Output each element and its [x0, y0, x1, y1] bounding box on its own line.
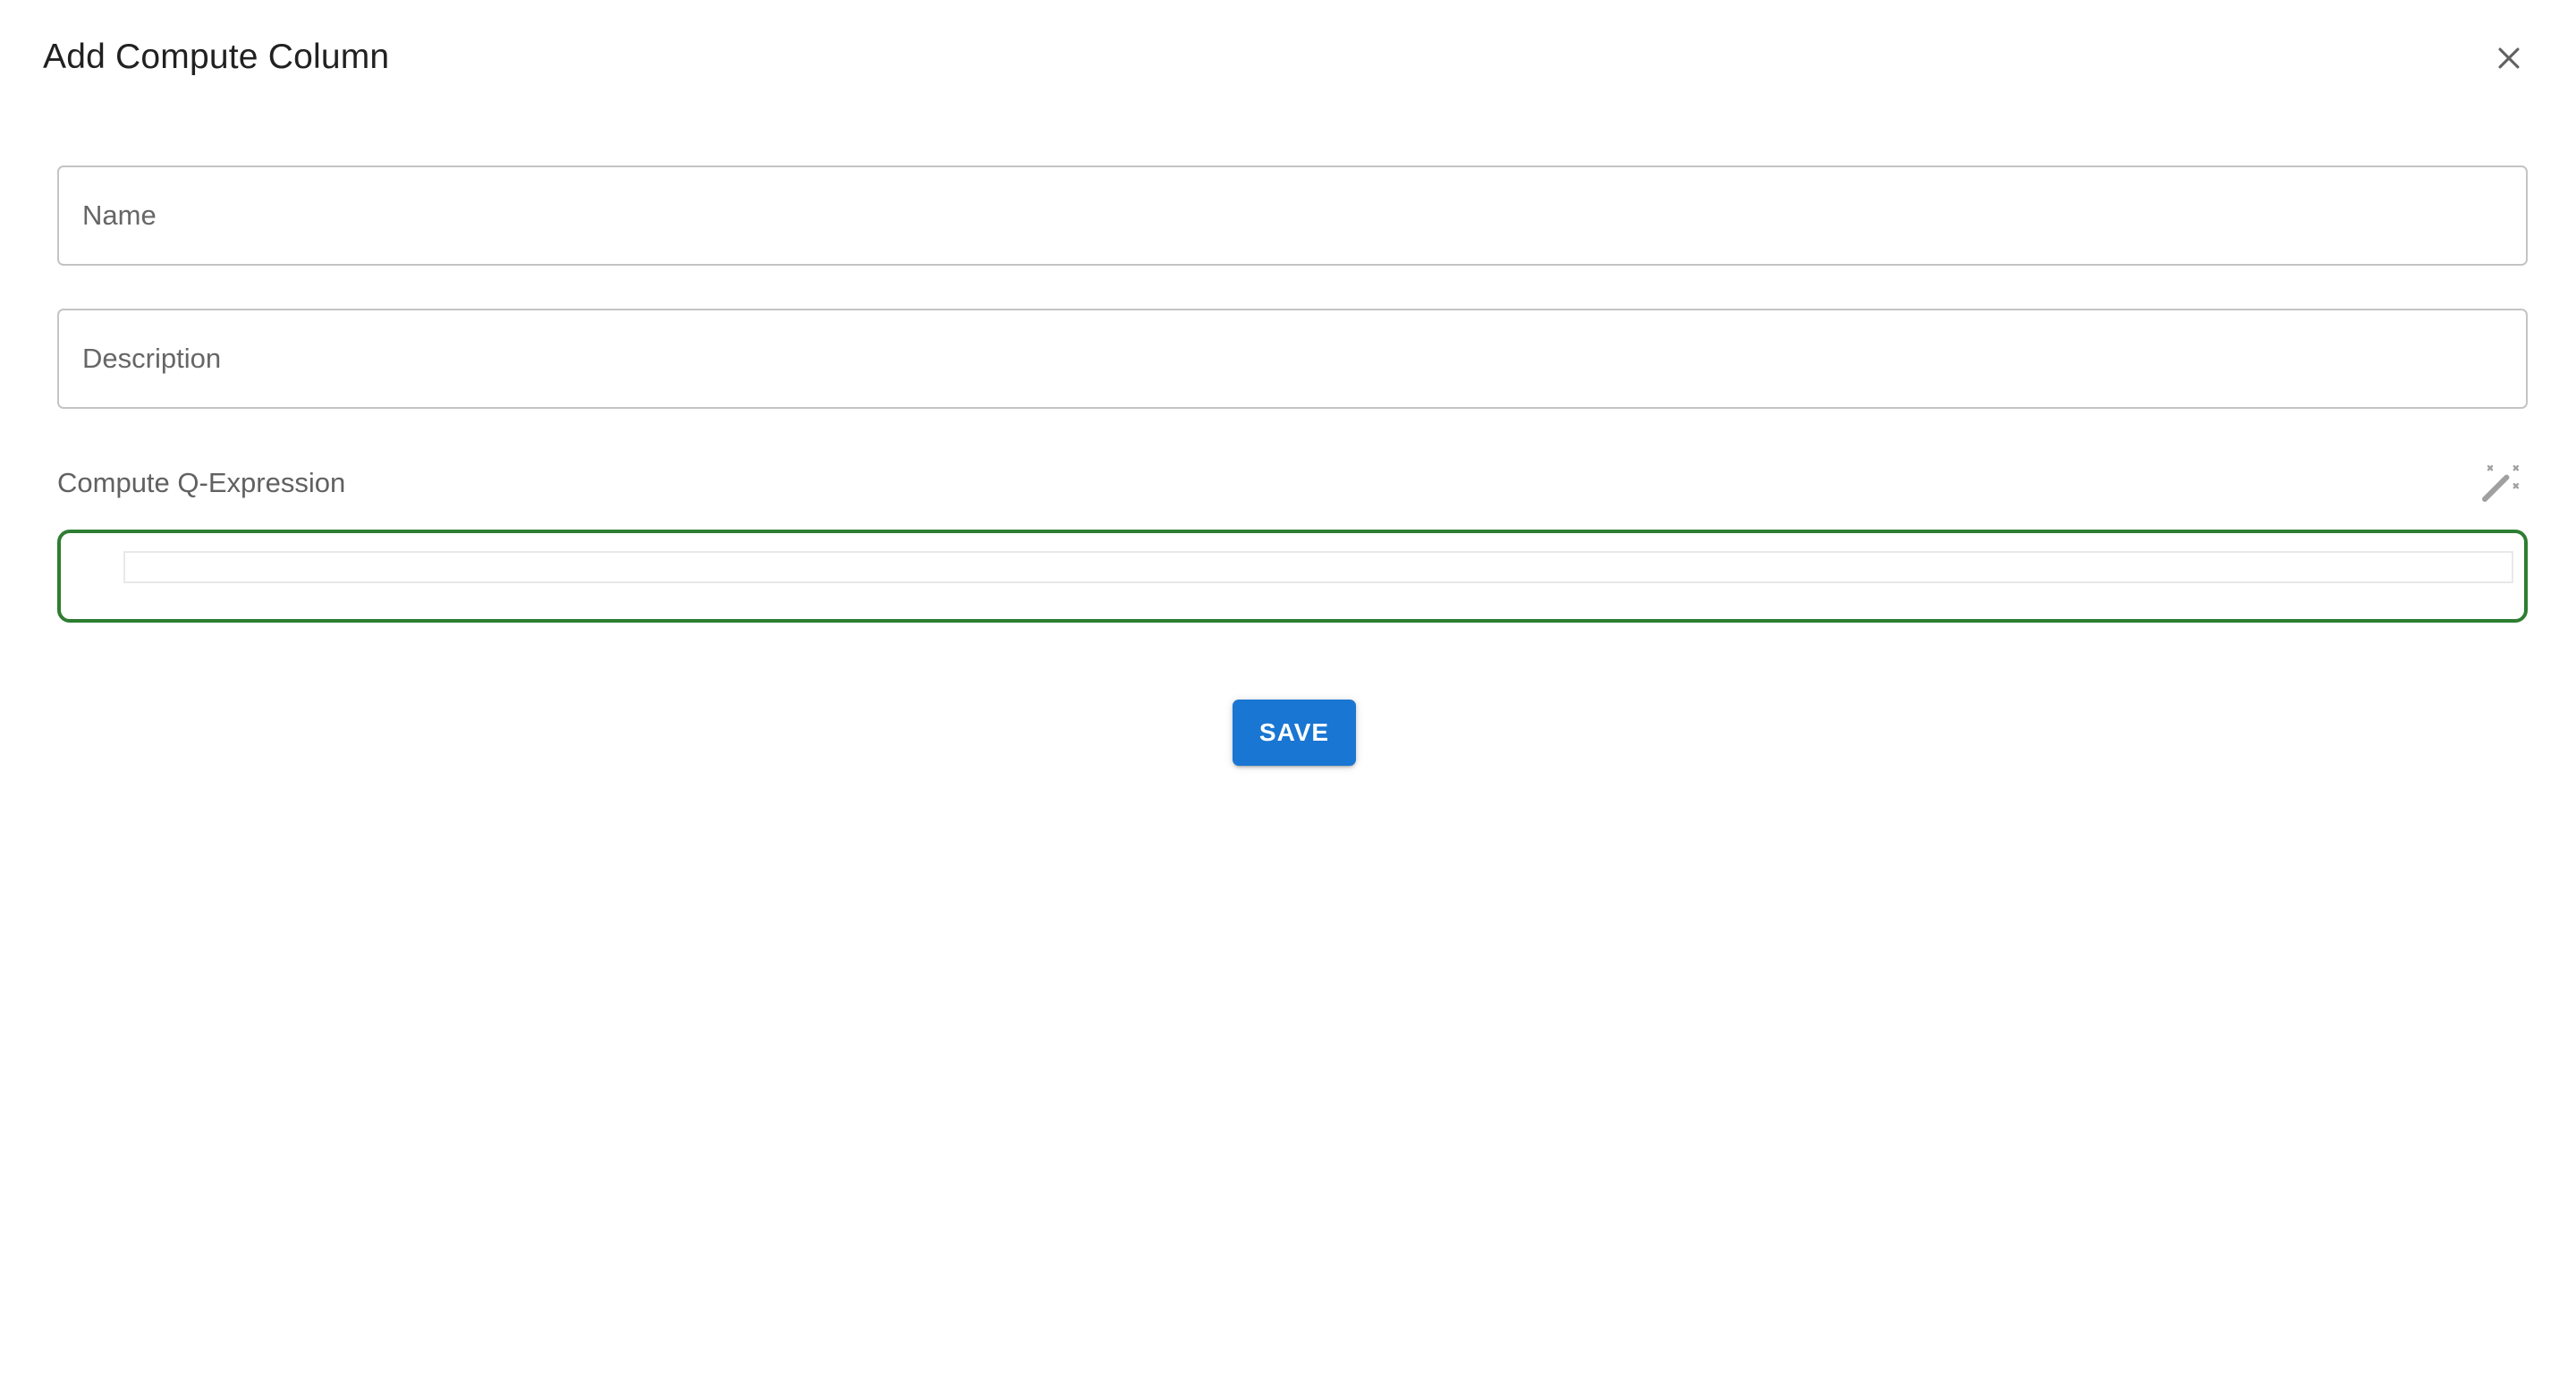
- expression-editor[interactable]: [123, 551, 2513, 583]
- description-input[interactable]: [59, 310, 2526, 407]
- magic-wand-button[interactable]: [2476, 458, 2526, 508]
- add-compute-column-dialog: Add Compute Column Compute Q-Expression …: [0, 0, 2576, 1383]
- expression-editor-container: [57, 530, 2528, 623]
- save-button[interactable]: SAVE: [1233, 700, 1356, 766]
- description-field-container: [57, 309, 2528, 409]
- close-button[interactable]: [2487, 36, 2531, 81]
- name-field-container: [57, 165, 2528, 266]
- dialog-title: Add Compute Column: [43, 38, 390, 76]
- expression-label: Compute Q-Expression: [57, 467, 346, 498]
- magic-wand-icon: [2479, 462, 2522, 505]
- close-icon: [2494, 43, 2524, 73]
- name-input[interactable]: [59, 167, 2526, 264]
